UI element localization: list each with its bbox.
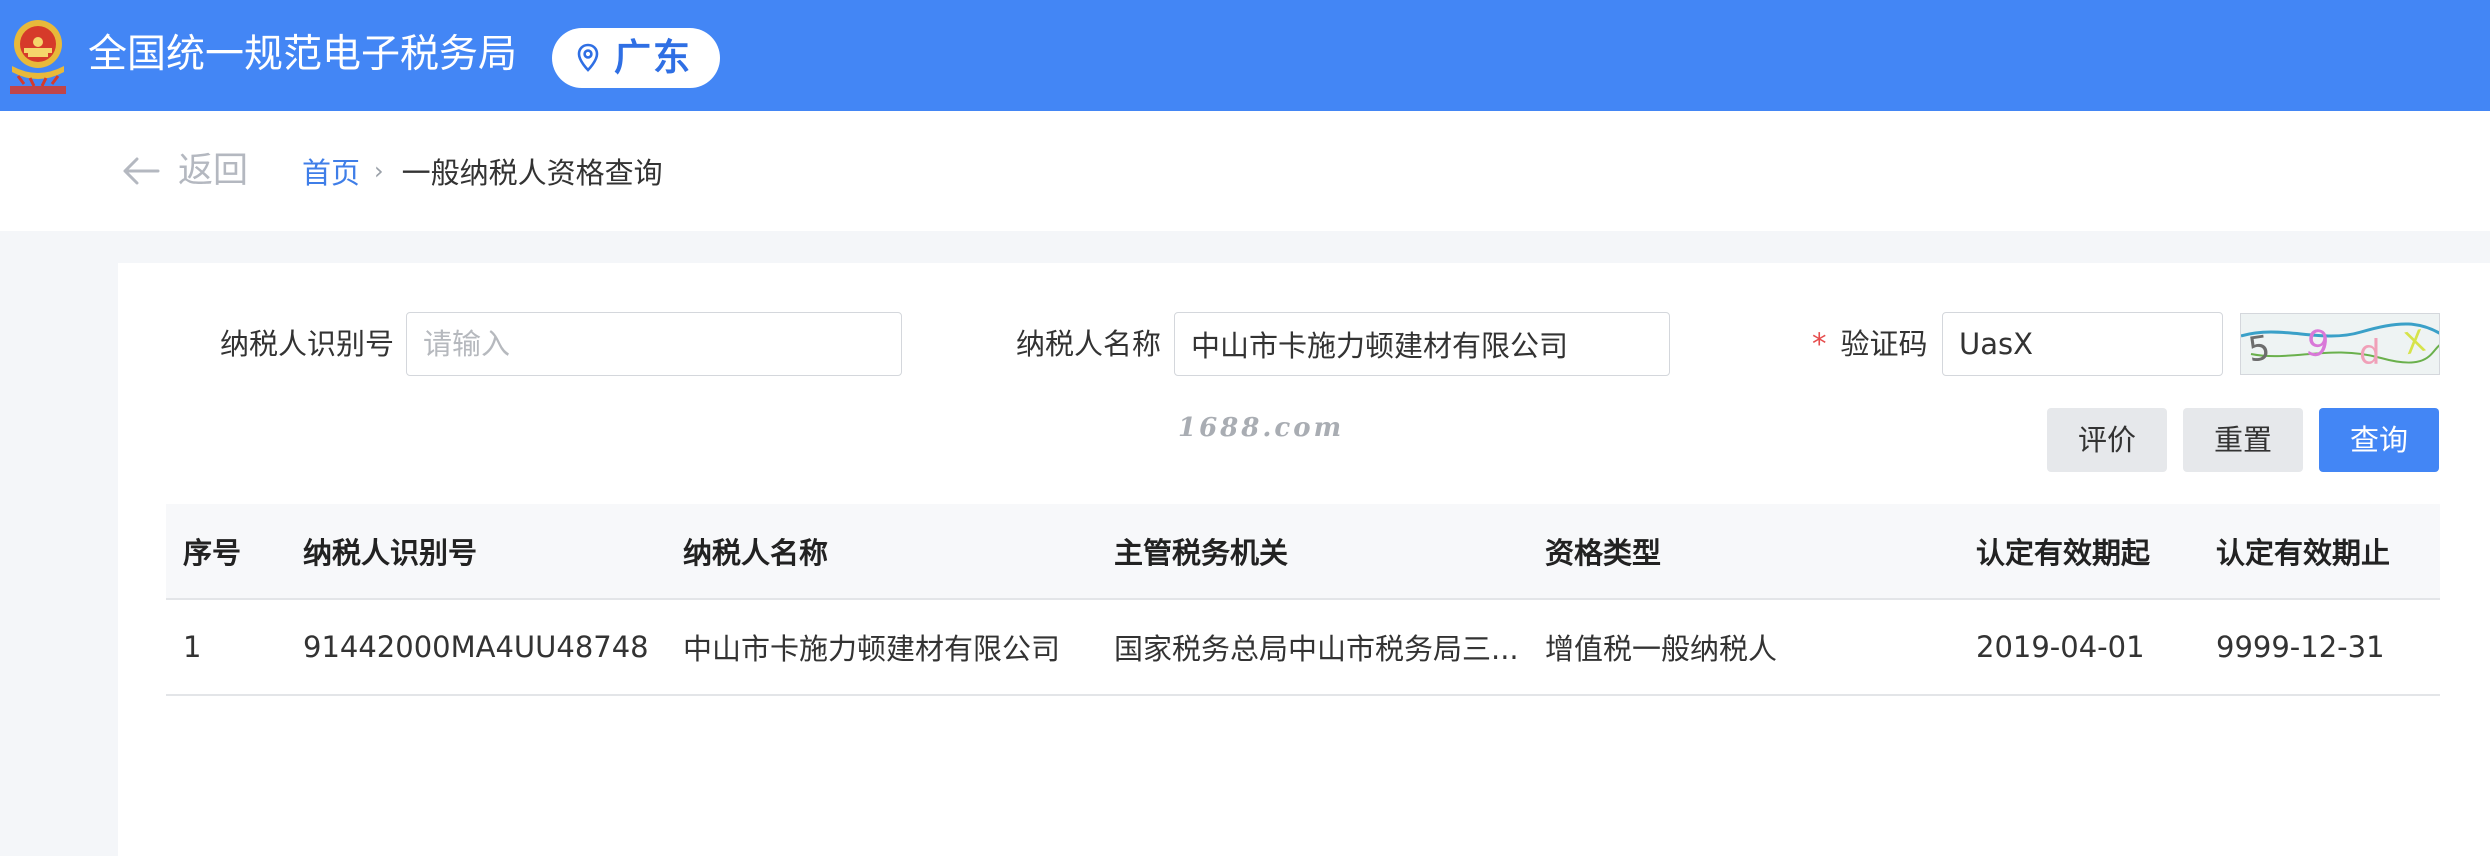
svg-text:d: d [2359,333,2381,373]
national-emblem-icon [10,20,66,94]
cell-taxpayer-id: 91442000MA4UU48748 [286,599,666,696]
cell-valid-to: 9999-12-31 [2199,599,2440,696]
captcha-input[interactable] [1942,312,2223,376]
cell-tax-authority: 国家税务总局中山市税务局三... [1097,599,1528,696]
captcha-label: 验证码 [1840,327,1928,361]
location-pin-icon [577,43,599,72]
column-header-valid-to: 认定有效期止 [2199,504,2440,600]
table-header-row: 序号 纳税人识别号 纳税人名称 主管税务机关 资格类型 认定有效期起 认定有效期… [166,504,2440,600]
result-table: 序号 纳税人识别号 纳税人名称 主管税务机关 资格类型 认定有效期起 认定有效期… [166,504,2440,696]
region-label: 广东 [614,36,692,79]
svg-text:9: 9 [2303,322,2333,366]
breadcrumb-bar: 返回 首页 › 一般纳税人资格查询 [0,111,2490,231]
column-header-qualification-type: 资格类型 [1528,504,1959,600]
taxpayer-name-input[interactable] [1174,312,1670,376]
taxpayer-id-input[interactable] [406,312,902,376]
breadcrumb-home-link[interactable]: 首页 [302,150,360,192]
column-header-taxpayer-id: 纳税人识别号 [286,504,666,600]
column-header-valid-from: 认定有效期起 [1959,504,2199,600]
reset-button[interactable]: 重置 [2183,408,2303,472]
cell-taxpayer-name: 中山市卡施力顿建材有限公司 [666,599,1097,696]
column-header-tax-authority: 主管税务机关 [1097,504,1528,600]
breadcrumb: 首页 › 一般纳税人资格查询 [302,151,663,191]
svg-text:5: 5 [2246,328,2273,371]
cell-valid-from: 2019-04-01 [1959,599,2199,696]
svg-text:X: X [2401,324,2428,363]
cell-index: 1 [166,599,286,696]
region-selector[interactable]: 广东 [552,28,720,88]
breadcrumb-separator: › [374,157,384,185]
query-panel: 纳税人识别号 纳税人名称 * 验证码 5 9 d X 1688.com 评价 重置… [118,263,2490,856]
back-label: 返回 [178,151,249,191]
captcha-image[interactable]: 5 9 d X [2240,313,2440,375]
taxpayer-id-label: 纳税人识别号 [220,327,395,361]
arrow-left-icon [123,157,160,185]
table-row[interactable]: 1 91442000MA4UU48748 中山市卡施力顿建材有限公司 国家税务总… [166,599,2440,696]
cell-qualification-type: 增值税一般纳税人 [1528,599,1959,696]
rate-button[interactable]: 评价 [2047,408,2167,472]
captcha-graphic: 5 9 d X [2241,322,2439,373]
query-button[interactable]: 查询 [2319,408,2439,472]
watermark-text: 1688.com [1178,413,1345,443]
column-header-taxpayer-name: 纳税人名称 [666,504,1097,600]
top-header-bar: 全国统一规范电子税务局 广东 [0,0,2490,111]
required-mark: * [1812,327,1827,361]
breadcrumb-current-page: 一般纳税人资格查询 [401,156,663,190]
back-button[interactable]: 返回 [122,149,248,193]
column-header-index: 序号 [166,504,286,600]
site-title: 全国统一规范电子税务局 [88,32,518,77]
taxpayer-name-label: 纳税人名称 [1016,327,1162,361]
captcha-label-group: * 验证码 [1812,324,1928,364]
